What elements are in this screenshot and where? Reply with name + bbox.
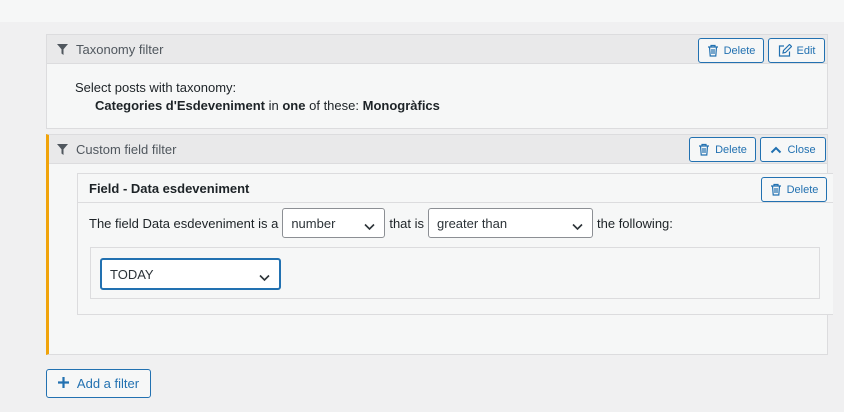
condition-row: The field Data esdeveniment is a number … (89, 207, 673, 239)
condition-prefix: The field Data esdeveniment is a (89, 215, 279, 231)
trash-icon (707, 44, 719, 57)
taxonomy-filter-header: Taxonomy filter Delete Edit (47, 35, 827, 64)
taxonomy-delete-label: Delete (723, 44, 756, 57)
edit-icon (778, 44, 792, 57)
taxonomy-quantifier: one (282, 98, 306, 113)
condition-middle: that is (389, 215, 425, 231)
field-panel: Field - Data esdeveniment Delete The fie… (77, 173, 833, 315)
funnel-icon (57, 144, 68, 155)
funnel-icon (57, 44, 68, 55)
value-box: TODAY (90, 247, 820, 299)
operator-value: greater than (437, 215, 508, 231)
field-type-select[interactable]: number (282, 208, 386, 238)
custom-field-filter-header: Custom field filter Delete Close (49, 135, 827, 164)
compare-value: TODAY (110, 266, 154, 282)
field-delete-label: Delete (786, 183, 819, 196)
compare-value-select[interactable]: TODAY (100, 258, 281, 290)
field-panel-header: Field - Data esdeveniment Delete (78, 174, 833, 203)
custom-field-delete-label: Delete (715, 143, 747, 156)
operator-select[interactable]: greater than (428, 208, 594, 238)
taxonomy-intro: Select posts with taxonomy: (75, 80, 237, 95)
taxonomy-name: Categories d'Esdeveniment (95, 98, 265, 113)
taxonomy-filter-panel: Taxonomy filter Delete Edit Select posts… (46, 34, 828, 129)
taxonomy-connector-in: in (268, 98, 279, 113)
taxonomy-edit-button[interactable]: Edit (768, 38, 825, 63)
taxonomy-delete-button[interactable]: Delete (698, 38, 764, 63)
chevron-down-icon (259, 270, 270, 285)
field-delete-button[interactable]: Delete (761, 177, 827, 202)
taxonomy-edit-label: Edit (796, 44, 816, 57)
taxonomy-terms: Monogràfics (362, 98, 440, 113)
add-filter-label: Add a filter (76, 376, 140, 391)
taxonomy-filter-title: Taxonomy filter (76, 42, 164, 57)
chevron-up-icon (770, 145, 782, 154)
field-panel-title: Field - Data esdeveniment (89, 181, 250, 196)
taxonomy-filter-summary: Select posts with taxonomy: Categories d… (47, 64, 827, 127)
taxonomy-connector-of: of these: (309, 98, 359, 113)
custom-field-filter-title: Custom field filter (76, 142, 177, 157)
trash-icon (770, 183, 782, 196)
custom-field-filter-panel: Custom field filter Delete Close Field -… (46, 134, 833, 355)
add-filter-button[interactable]: Add a filter (46, 369, 151, 398)
chevron-down-icon (364, 219, 375, 234)
condition-suffix: the following: (597, 215, 673, 231)
custom-field-delete-button[interactable]: Delete (689, 137, 756, 162)
taxonomy-condition: Categories d'Esdeveniment in one of thes… (75, 97, 799, 115)
field-type-value: number (291, 215, 336, 231)
top-band (0, 0, 844, 22)
close-label: Close (787, 143, 816, 156)
close-button[interactable]: Close (760, 137, 826, 162)
trash-icon (698, 143, 710, 156)
plus-icon (57, 376, 69, 391)
chevron-down-icon (572, 219, 583, 234)
